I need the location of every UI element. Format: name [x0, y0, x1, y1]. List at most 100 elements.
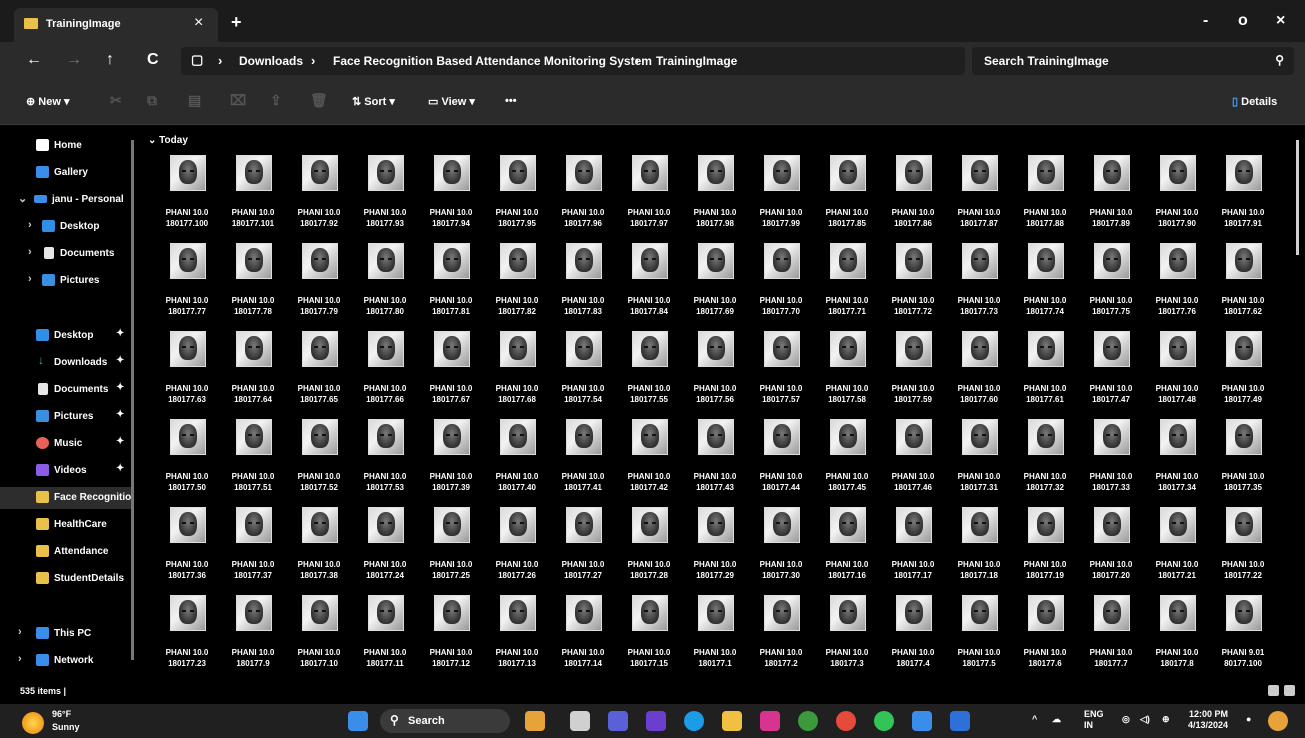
file-item[interactable]: PHANI 10.0 180177.10 — [286, 595, 352, 683]
sidebar-item-downloads[interactable]: ↓ Downloads ✦ — [0, 352, 132, 374]
sidebar-item-pictures[interactable]: Pictures ✦ — [0, 406, 132, 428]
file-item[interactable]: PHANI 10.0 180177.68 — [484, 331, 550, 419]
sidebar-item-videos[interactable]: Videos ✦ — [0, 460, 132, 482]
file-explorer-icon[interactable] — [722, 711, 742, 731]
file-item[interactable]: PHANI 10.0 180177.25 — [418, 507, 484, 595]
file-item[interactable]: PHANI 10.0 180177.81 — [418, 243, 484, 331]
file-item[interactable]: PHANI 10.0 180177.30 — [748, 507, 814, 595]
file-item[interactable]: PHANI 10.0 180177.44 — [748, 419, 814, 507]
battery-icon[interactable]: ⊕ — [1162, 714, 1170, 725]
file-item[interactable]: PHANI 10.0 180177.70 — [748, 243, 814, 331]
file-item[interactable]: PHANI 10.0 180177.57 — [748, 331, 814, 419]
new-tab-button[interactable]: + — [231, 12, 242, 33]
file-item[interactable]: PHANI 10.0 180177.43 — [682, 419, 748, 507]
sidebar-item-face-recognition[interactable]: Face Recognitio — [0, 487, 132, 509]
volume-icon[interactable]: ◁) — [1140, 714, 1150, 725]
breadcrumb-trainingimage[interactable]: TrainingImage — [656, 54, 737, 68]
file-item[interactable]: PHANI 10.0 180177.1 — [682, 595, 748, 683]
file-item[interactable]: PHANI 10.0 180177.11 — [352, 595, 418, 683]
chevron-right-icon[interactable]: › — [28, 246, 32, 258]
sidebar-item-music[interactable]: Music ✦ — [0, 433, 132, 455]
file-item[interactable]: PHANI 10.0 180177.45 — [814, 419, 880, 507]
file-item[interactable]: PHANI 10.0 180177.35 — [1210, 419, 1276, 507]
file-item[interactable]: PHANI 10.0 180177.65 — [286, 331, 352, 419]
search-box[interactable]: Search TrainingImage ⚲ — [972, 47, 1294, 75]
chevron-up-icon[interactable]: ^ — [1032, 714, 1037, 725]
file-item[interactable]: PHANI 10.0 180177.46 — [880, 419, 946, 507]
file-item[interactable]: PHANI 10.0 180177.22 — [1210, 507, 1276, 595]
file-item[interactable]: PHANI 10.0 180177.54 — [550, 331, 616, 419]
file-item[interactable]: PHANI 10.0 180177.58 — [814, 331, 880, 419]
file-item[interactable]: PHANI 10.0 180177.24 — [352, 507, 418, 595]
instagram-icon[interactable] — [760, 711, 780, 731]
file-item[interactable]: PHANI 10.0 180177.15 — [616, 595, 682, 683]
file-item[interactable]: PHANI 10.0 180177.37 — [220, 507, 286, 595]
file-item[interactable]: PHANI 10.0 180177.90 — [1144, 155, 1210, 243]
file-item[interactable]: PHANI 10.0 180177.39 — [418, 419, 484, 507]
file-item[interactable]: PHANI 10.0 180177.63 — [154, 331, 220, 419]
breadcrumb-project[interactable]: Face Recognition Based Attendance Monito… — [333, 54, 652, 68]
file-item[interactable]: PHANI 10.0 180177.32 — [1012, 419, 1078, 507]
file-item[interactable]: PHANI 10.0 180177.93 — [352, 155, 418, 243]
file-item[interactable]: PHANI 10.0 180177.80 — [352, 243, 418, 331]
sidebar-item-attendance[interactable]: Attendance — [0, 541, 132, 563]
file-item[interactable]: PHANI 10.0 180177.88 — [1012, 155, 1078, 243]
chevron-right-icon[interactable]: › — [18, 626, 22, 638]
file-item[interactable]: PHANI 10.0 180177.41 — [550, 419, 616, 507]
file-item[interactable]: PHANI 10.0 180177.101 — [220, 155, 286, 243]
file-item[interactable]: PHANI 10.0 180177.82 — [484, 243, 550, 331]
sort-button[interactable]: ⇅ Sort ▾ — [352, 95, 395, 108]
file-item[interactable]: PHANI 10.0 180177.56 — [682, 331, 748, 419]
content-scrollbar[interactable] — [1296, 140, 1299, 255]
sidebar-item-gallery[interactable]: Gallery — [0, 162, 132, 184]
group-header[interactable]: ⌄ Today — [148, 135, 188, 146]
sidebar-item-studentdetails[interactable]: StudentDetails — [0, 568, 132, 590]
file-item[interactable]: PHANI 10.0 180177.36 — [154, 507, 220, 595]
view-button[interactable]: ▭ View ▾ — [428, 95, 475, 108]
file-item[interactable]: PHANI 10.0 180177.78 — [220, 243, 286, 331]
weather-sun-icon[interactable] — [22, 712, 44, 734]
cloud-icon[interactable]: ☁ — [1052, 714, 1061, 725]
file-item[interactable]: PHANI 10.0 180177.74 — [1012, 243, 1078, 331]
file-item[interactable]: PHANI 10.0 180177.21 — [1144, 507, 1210, 595]
file-item[interactable]: PHANI 10.0 180177.61 — [1012, 331, 1078, 419]
file-item[interactable]: PHANI 10.0 180177.77 — [154, 243, 220, 331]
file-item[interactable]: PHANI 10.0 180177.73 — [946, 243, 1012, 331]
tab-traininginmage[interactable]: TrainingImage × — [14, 8, 218, 42]
file-item[interactable]: PHANI 10.0 180177.28 — [616, 507, 682, 595]
edge-icon[interactable] — [684, 711, 704, 731]
file-item[interactable]: PHANI 10.0 180177.8 — [1144, 595, 1210, 683]
file-item[interactable]: PHANI 10.0 180177.38 — [286, 507, 352, 595]
file-item[interactable]: PHANI 10.0 180177.29 — [682, 507, 748, 595]
file-item[interactable]: PHANI 10.0 180177.86 — [880, 155, 946, 243]
widgets-icon[interactable] — [525, 711, 545, 731]
large-icons-view-icon[interactable] — [1284, 685, 1295, 696]
file-item[interactable]: PHANI 10.0 180177.100 — [154, 155, 220, 243]
file-item[interactable]: PHANI 10.0 180177.2 — [748, 595, 814, 683]
share-icon[interactable]: ⇪ — [270, 92, 282, 109]
minimize-button[interactable]: - — [1203, 12, 1208, 30]
file-item[interactable]: PHANI 10.0 180177.20 — [1078, 507, 1144, 595]
file-item[interactable]: PHANI 10.0 180177.19 — [1012, 507, 1078, 595]
file-item[interactable]: PHANI 10.0 180177.98 — [682, 155, 748, 243]
file-item[interactable]: PHANI 10.0 180177.79 — [286, 243, 352, 331]
file-item[interactable]: PHANI 10.0 180177.67 — [418, 331, 484, 419]
file-item[interactable]: PHANI 10.0 180177.64 — [220, 331, 286, 419]
copilot-icon[interactable] — [1268, 711, 1288, 731]
file-item[interactable]: PHANI 10.0 180177.12 — [418, 595, 484, 683]
chevron-right-icon[interactable]: › — [28, 273, 32, 285]
more-button[interactable]: ••• — [505, 95, 517, 107]
file-item[interactable]: PHANI 10.0 180177.87 — [946, 155, 1012, 243]
sidebar-item-network[interactable]: › Network — [0, 650, 132, 672]
chevron-right-icon[interactable]: › — [28, 219, 32, 231]
back-button[interactable]: ← — [26, 51, 42, 69]
file-item[interactable]: PHANI 10.0 180177.13 — [484, 595, 550, 683]
sidebar-item-documents-onedrive[interactable]: › Documents — [0, 243, 132, 265]
file-item[interactable]: PHANI 10.0 180177.17 — [880, 507, 946, 595]
file-item[interactable]: PHANI 10.0 180177.6 — [1012, 595, 1078, 683]
sidebar-item-desktop-onedrive[interactable]: › Desktop — [0, 216, 132, 238]
file-item[interactable]: PHANI 10.0 180177.85 — [814, 155, 880, 243]
file-item[interactable]: PHANI 10.0 180177.75 — [1078, 243, 1144, 331]
sidebar-item-this-pc[interactable]: › This PC — [0, 623, 132, 645]
address-bar[interactable]: ▢ › Downloads › Face Recognition Based A… — [181, 47, 965, 75]
